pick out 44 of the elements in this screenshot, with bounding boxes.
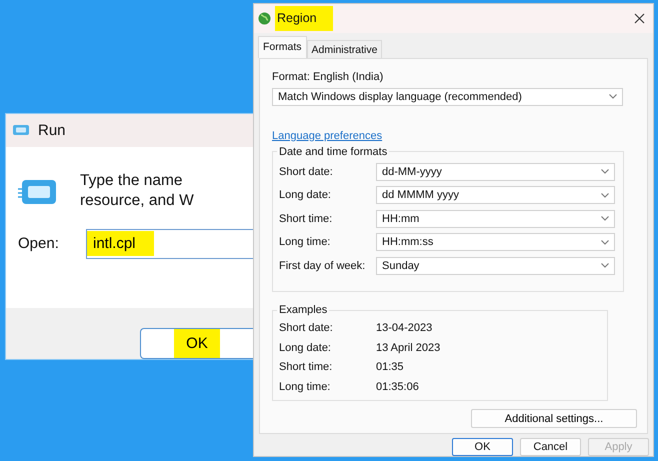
field-label: Short time: bbox=[279, 212, 334, 224]
open-label: Open: bbox=[18, 235, 60, 252]
format-dropdown[interactable]: HH:mm:ss bbox=[376, 233, 615, 251]
field-label: Long date: bbox=[279, 189, 332, 201]
tab[interactable]: Formats bbox=[258, 36, 307, 58]
field-label: Long time: bbox=[279, 236, 332, 248]
group-title: Examples bbox=[278, 304, 328, 316]
window-title: Region bbox=[275, 6, 333, 31]
field-label: Short date: bbox=[279, 166, 334, 178]
field-label: First day of week: bbox=[279, 260, 366, 272]
chevron-down-icon bbox=[601, 240, 609, 244]
language-preferences-link[interactable]: Language preferences bbox=[272, 130, 382, 142]
format-dropdown[interactable]: dd-MM-yyyy bbox=[376, 162, 615, 180]
example-label: Short date: bbox=[279, 322, 334, 334]
dialog-button[interactable]: OK bbox=[452, 438, 513, 456]
chevron-down-icon bbox=[609, 94, 617, 100]
group-title: Date and time formats bbox=[278, 146, 388, 158]
example-value: 13-04-2023 bbox=[376, 322, 432, 334]
example-value: 01:35 bbox=[376, 361, 404, 373]
window-title: Run bbox=[38, 122, 66, 139]
close-button[interactable] bbox=[634, 12, 645, 24]
run-app-icon bbox=[18, 178, 58, 205]
example-label: Long date: bbox=[279, 342, 332, 354]
run-description: Type the name resource, and W bbox=[80, 170, 194, 211]
additional-settings-button[interactable]: Additional settings... bbox=[471, 409, 637, 428]
globe-icon bbox=[258, 12, 271, 25]
chevron-down-icon bbox=[601, 169, 609, 174]
dialog-button[interactable]: Cancel bbox=[520, 438, 581, 456]
format-dropdown[interactable]: dd MMMM yyyy bbox=[376, 186, 615, 204]
example-value: 13 April 2023 bbox=[376, 342, 440, 354]
example-value: 01:35:06 bbox=[376, 380, 419, 392]
ok-button[interactable]: OK bbox=[140, 328, 253, 359]
format-dropdown[interactable]: HH:mm bbox=[376, 210, 615, 228]
run-app-icon bbox=[12, 124, 30, 136]
example-label: Short time: bbox=[279, 361, 334, 373]
example-label: Long time: bbox=[279, 380, 332, 392]
chevron-down-icon bbox=[601, 216, 609, 221]
format-dropdown[interactable]: Sunday bbox=[376, 256, 615, 274]
format-dropdown[interactable]: Match Windows display language (recommended) bbox=[272, 88, 623, 106]
tab[interactable]: Administrative bbox=[306, 40, 382, 58]
chevron-down-icon bbox=[601, 192, 609, 198]
chevron-down-icon bbox=[601, 263, 609, 268]
format-label: Format: English (India) bbox=[272, 70, 384, 83]
open-field[interactable]: intl.cpl bbox=[86, 228, 253, 259]
